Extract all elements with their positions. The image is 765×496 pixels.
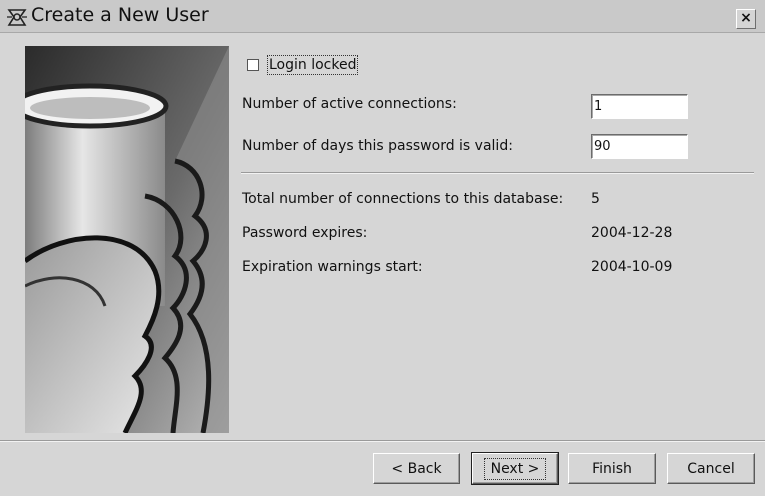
total-connections-label: Total number of connections to this data… (242, 191, 564, 207)
cancel-button[interactable]: Cancel (667, 453, 755, 484)
password-days-field[interactable] (591, 134, 688, 159)
password-expires-value: 2004-12-28 (591, 225, 673, 241)
warnings-start-label: Expiration warnings start: (242, 259, 423, 275)
password-days-label: Number of days this password is valid: (242, 138, 513, 154)
total-connections-value: 5 (591, 191, 600, 207)
section-divider (241, 172, 754, 174)
next-button-label: Next > (483, 457, 547, 480)
password-expires-label: Password expires: (242, 225, 368, 241)
finish-button[interactable]: Finish (568, 453, 656, 484)
login-locked-checkbox[interactable] (247, 59, 259, 71)
active-connections-field[interactable] (591, 94, 688, 119)
title-bar: Create a New User × (0, 0, 765, 33)
active-connections-label: Number of active connections: (242, 96, 457, 112)
window-title: Create a New User (31, 4, 209, 26)
next-button[interactable]: Next > (471, 452, 559, 485)
login-locked-label[interactable]: Login locked (267, 55, 359, 75)
footer-divider (0, 440, 765, 442)
back-button[interactable]: < Back (373, 453, 460, 484)
close-button[interactable]: × (736, 9, 756, 29)
user-wizard-icon (6, 6, 28, 28)
warnings-start-value: 2004-10-09 (591, 259, 673, 275)
close-icon: × (740, 10, 752, 26)
wizard-side-image (25, 46, 229, 433)
